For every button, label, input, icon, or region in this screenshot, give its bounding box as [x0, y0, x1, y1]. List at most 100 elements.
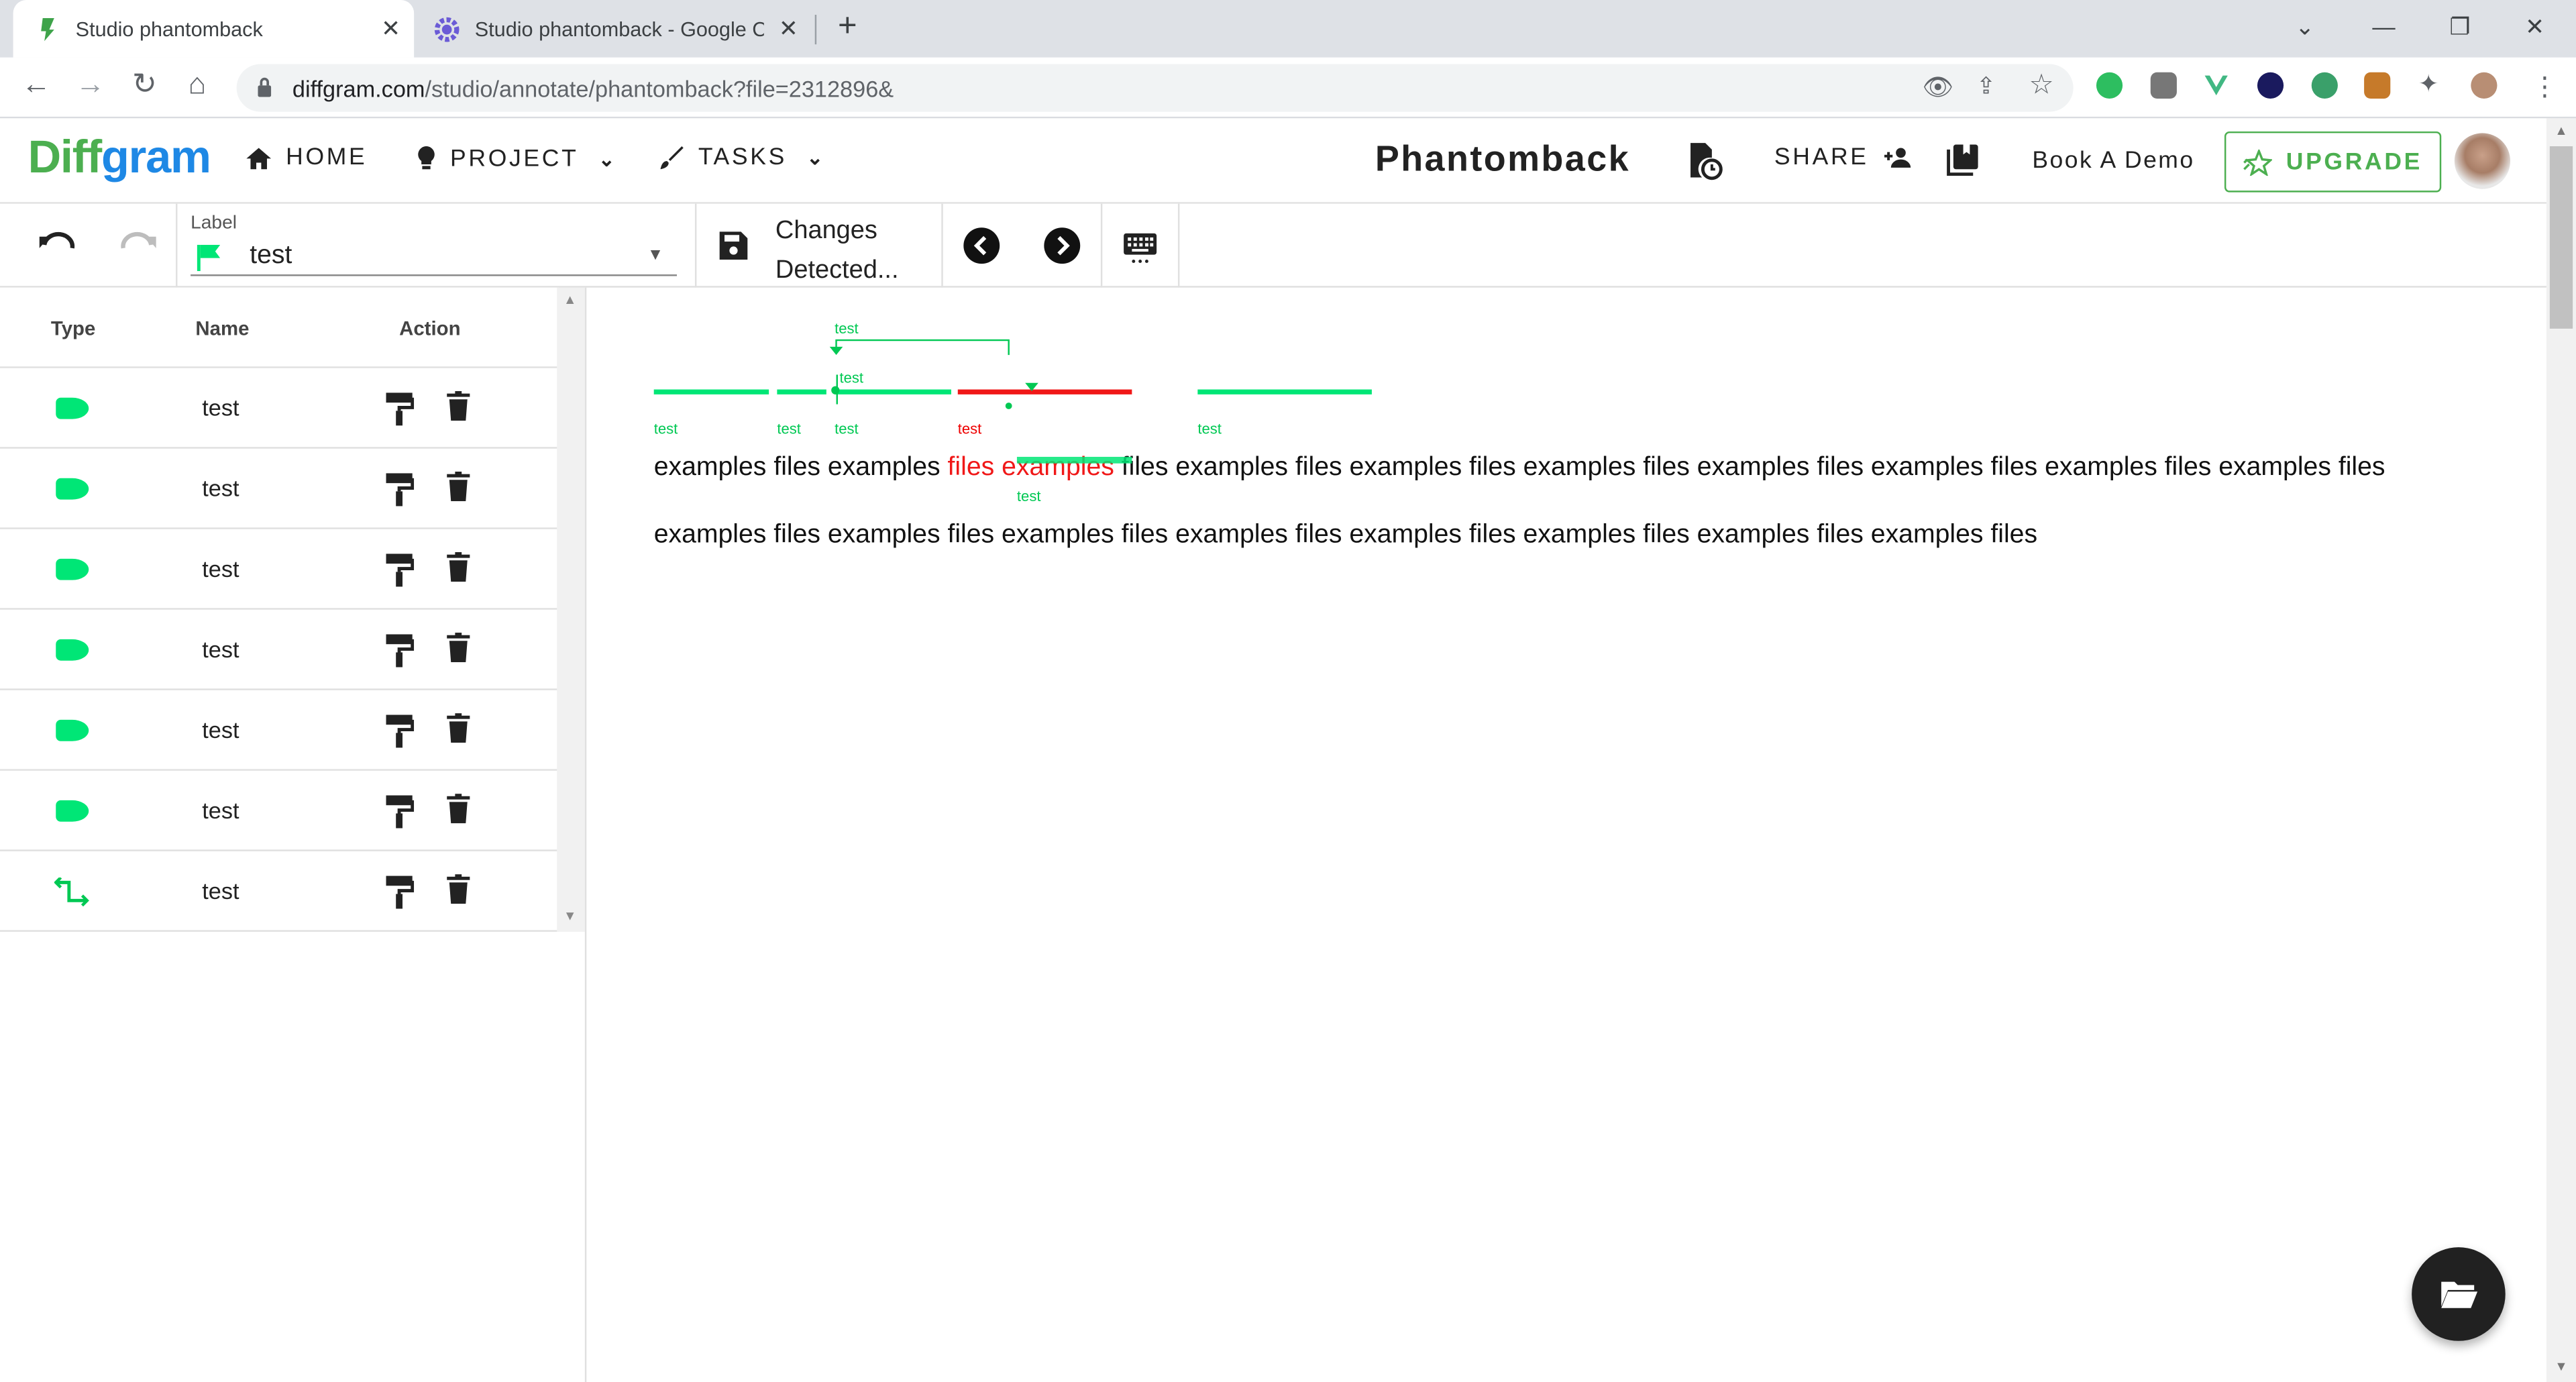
span-underline[interactable]	[1197, 389, 1372, 394]
book-icon[interactable]	[1947, 143, 1980, 176]
relation-label: test	[835, 320, 859, 337]
text-line[interactable]: examples files examples files examples f…	[654, 521, 2037, 550]
vue-extension-icon[interactable]	[2203, 72, 2229, 99]
file-history-icon[interactable]	[1687, 142, 1723, 181]
grammar-extension-icon[interactable]	[2311, 72, 2338, 99]
new-tab-icon[interactable]: +	[838, 8, 857, 46]
trash-icon[interactable]	[447, 874, 470, 904]
redo-icon[interactable]	[118, 230, 158, 256]
browser-tab[interactable]: Studio phantomback - Google Cl ✕	[414, 0, 815, 58]
span-underline[interactable]	[777, 389, 826, 394]
app-header: Diffgram HOME PROJECT ⌄ TASKS ⌄ Phantomb…	[0, 118, 2546, 204]
scrollbar-thumb[interactable]	[2549, 146, 2573, 329]
toolbar-divider	[1100, 203, 1103, 288]
user-avatar[interactable]	[2454, 133, 2511, 189]
camel-extension-icon[interactable]	[2364, 72, 2391, 99]
span-endpoint-dot	[1005, 403, 1012, 409]
close-tab-icon[interactable]: ✕	[779, 15, 798, 43]
instance-name: test	[202, 716, 239, 743]
instance-row[interactable]: test	[0, 529, 559, 610]
tag-icon	[56, 397, 89, 419]
ublock-extension-icon[interactable]	[2150, 72, 2177, 99]
label-select[interactable]: test ▼	[191, 237, 677, 276]
scroll-up-icon[interactable]: ▲	[2555, 123, 2567, 138]
share-button[interactable]: SHARE	[1774, 145, 1915, 171]
span-underline[interactable]	[835, 389, 951, 394]
paint-roller-icon[interactable]	[384, 472, 415, 507]
chevron-down-icon: ⌄	[598, 147, 618, 170]
back-icon[interactable]: ←	[16, 67, 56, 101]
span-label: test	[1016, 488, 1041, 504]
paint-roller-icon[interactable]	[384, 391, 415, 426]
next-file-icon[interactable]	[1043, 227, 1081, 264]
close-tab-icon[interactable]: ✕	[381, 15, 400, 43]
forward-icon[interactable]: →	[70, 67, 110, 101]
browser-menu-icon[interactable]: ⋮	[2532, 70, 2558, 103]
scroll-down-icon[interactable]: ▼	[564, 909, 576, 924]
previous-file-icon[interactable]	[963, 227, 1000, 264]
text-line[interactable]: examples files examples files examples f…	[654, 454, 2385, 483]
panel-scrollbar[interactable]: ▲ ▼	[557, 287, 585, 932]
instance-row[interactable]: test	[0, 851, 559, 932]
reload-icon[interactable]: ↻	[125, 67, 164, 101]
paint-roller-icon[interactable]	[384, 633, 415, 668]
instance-row[interactable]: test	[0, 771, 559, 851]
diffgram-favicon-icon	[41, 17, 54, 41]
span-label-error: test	[957, 421, 982, 437]
extensions-puzzle-icon[interactable]: ✦	[2418, 69, 2445, 99]
trash-icon[interactable]	[447, 390, 470, 421]
profile-avatar-icon[interactable]	[2471, 72, 2498, 99]
nav-tasks[interactable]: TASKS ⌄	[659, 145, 826, 171]
span-underline-error[interactable]	[957, 389, 1132, 394]
upgrade-button[interactable]: UPGRADE	[2224, 131, 2442, 193]
instance-row[interactable]: test	[0, 368, 559, 449]
address-bar[interactable]: diffgram.com/studio/annotate/phantomback…	[236, 64, 2074, 112]
instance-row[interactable]: test	[0, 690, 559, 771]
evernote-extension-icon[interactable]	[2096, 72, 2123, 99]
save-status: Changes Detected...	[775, 217, 899, 284]
page-scrollbar[interactable]: ▲ ▼	[2546, 118, 2576, 1382]
relation-icon	[54, 878, 89, 907]
save-icon[interactable]	[718, 230, 749, 262]
trash-icon[interactable]	[447, 552, 470, 582]
paint-roller-icon[interactable]	[384, 552, 415, 587]
gear-favicon-icon	[434, 16, 460, 42]
bookmark-star-icon[interactable]: ☆	[2029, 69, 2054, 102]
open-files-button[interactable]	[2412, 1247, 2506, 1341]
close-window-icon[interactable]: ✕	[2525, 13, 2544, 42]
span-overline[interactable]	[1016, 456, 1132, 464]
paint-roller-icon[interactable]	[384, 874, 415, 909]
instance-name: test	[202, 474, 239, 502]
share-page-icon[interactable]: ⇪	[1976, 72, 1996, 101]
span-label: test	[653, 421, 678, 437]
browser-tab-active[interactable]: Studio phantomback ✕	[13, 0, 415, 58]
restore-icon[interactable]: ❐	[2449, 13, 2470, 42]
trash-icon[interactable]	[447, 472, 470, 502]
tab-divider	[814, 15, 817, 45]
scroll-up-icon[interactable]: ▲	[564, 293, 576, 307]
trash-icon[interactable]	[447, 633, 470, 663]
paint-roller-icon[interactable]	[384, 794, 415, 829]
column-header-type: Type	[50, 317, 96, 341]
label-select-caption: Label	[191, 213, 237, 233]
diffgram-logo[interactable]: Diffgram	[28, 131, 211, 184]
keyboard-shortcuts-icon[interactable]	[1122, 228, 1159, 264]
span-underline[interactable]	[653, 389, 769, 394]
paint-roller-icon[interactable]	[384, 713, 415, 748]
tab-search-icon[interactable]: ⌄	[2295, 13, 2314, 42]
instance-row[interactable]: test	[0, 449, 559, 529]
eye-icon[interactable]: 👁	[1922, 72, 1953, 102]
privacy-extension-icon[interactable]	[2257, 72, 2284, 99]
undo-icon[interactable]	[38, 230, 77, 256]
nav-home[interactable]: HOME	[245, 145, 367, 171]
minimize-icon[interactable]: —	[2372, 13, 2395, 40]
instance-row[interactable]: test	[0, 610, 559, 690]
home-icon[interactable]: ⌂	[177, 67, 217, 101]
trash-icon[interactable]	[447, 713, 470, 743]
book-demo-button[interactable]: Book A Demo	[2032, 148, 2194, 174]
nav-project[interactable]: PROJECT ⌄	[416, 145, 618, 173]
tag-icon	[56, 719, 89, 741]
span-label: test	[835, 421, 859, 437]
scroll-down-icon[interactable]: ▼	[2555, 1359, 2567, 1374]
trash-icon[interactable]	[447, 794, 470, 824]
